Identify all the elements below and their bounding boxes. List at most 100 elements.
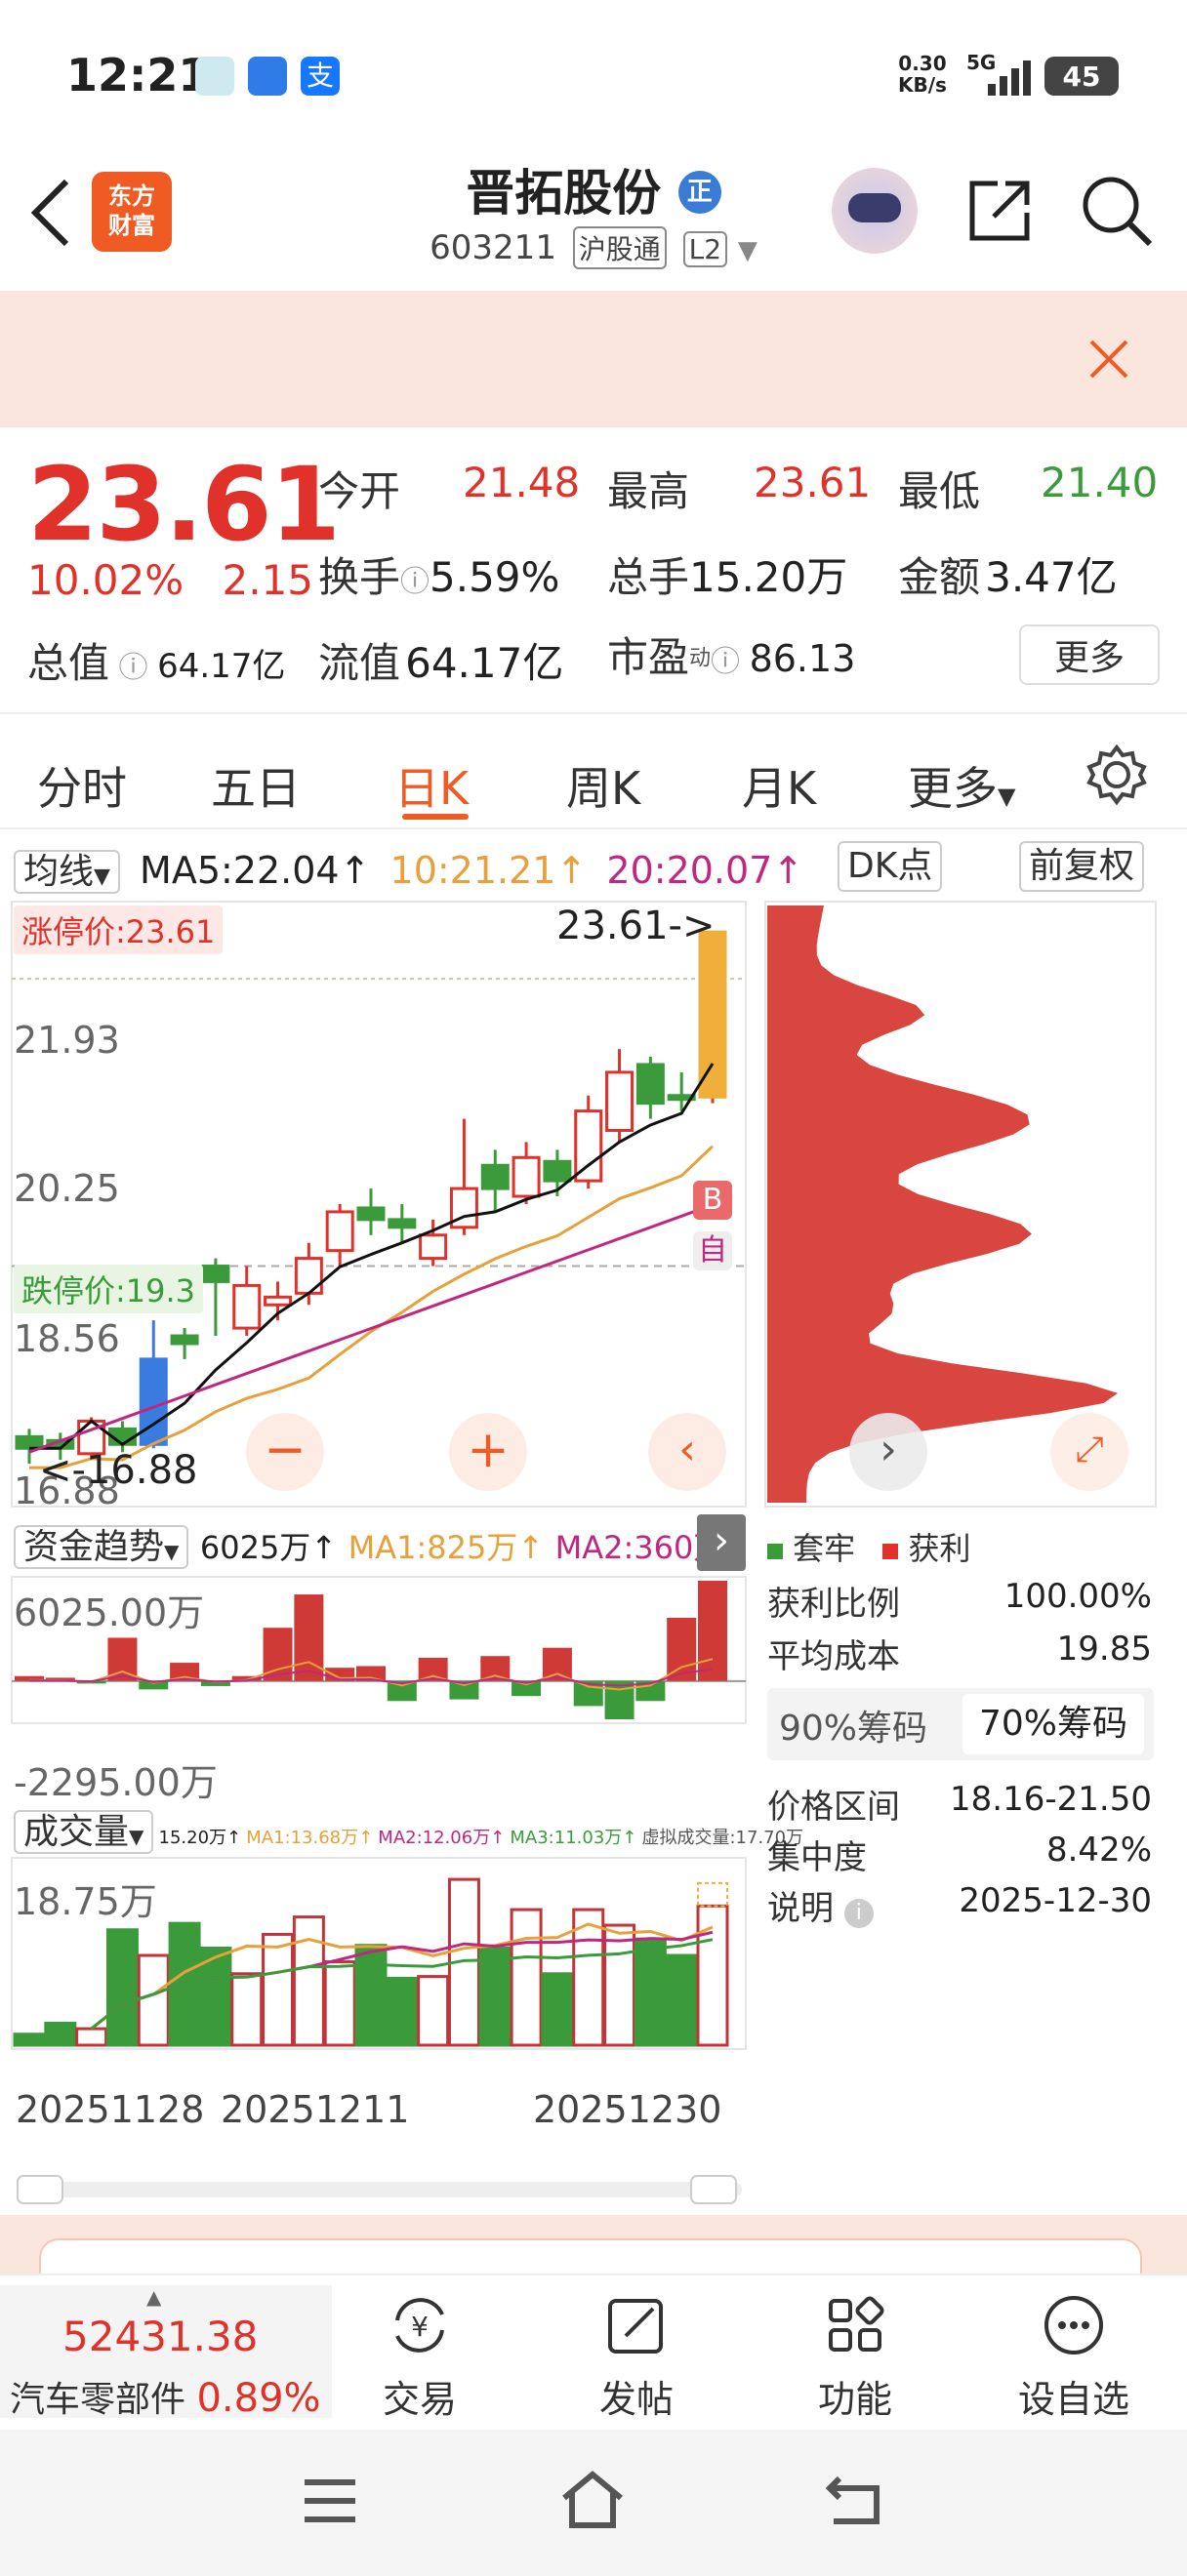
fund-bar: [542, 1647, 572, 1681]
volume-selector[interactable]: 成交量▼: [14, 1810, 154, 1854]
stock-code: 603211: [430, 228, 556, 267]
tab-monthly-k[interactable]: 月K: [742, 753, 816, 818]
next-card-peek: [0, 2215, 1187, 2277]
info-icon: i: [843, 1899, 874, 1928]
axis-label-1: 21.93: [14, 1019, 120, 1062]
note-value: 2025-12-30: [959, 1881, 1152, 1920]
index-widget[interactable]: ▲ 52431.38 汽车零部件 0.89%: [0, 2285, 332, 2421]
scroll-track[interactable]: [20, 2182, 742, 2197]
fund-bar: [604, 1680, 634, 1719]
volume-bar: [696, 1904, 729, 2047]
dropdown-icon[interactable]: ▼: [738, 236, 757, 265]
volume-max-label: 18.75万: [14, 1880, 157, 1923]
settings-gear-icon[interactable]: [1085, 744, 1148, 806]
svg-text:¥: ¥: [411, 2311, 429, 2343]
back-nav-icon[interactable]: [826, 2473, 884, 2527]
profit-ratio-label: 获利比例: [767, 1585, 900, 1624]
tab-daily-k[interactable]: 日K: [394, 753, 469, 818]
chip-tab-70[interactable]: 70%筹码: [962, 1694, 1144, 1754]
scroll-handle-right[interactable]: [690, 2175, 737, 2204]
auto-badge[interactable]: 自: [693, 1231, 732, 1270]
trade-button[interactable]: ¥ 交易: [332, 2293, 508, 2423]
candle-body: [232, 1283, 262, 1330]
expand-icon[interactable]: ⤢: [1050, 1413, 1128, 1491]
robot-avatar-icon[interactable]: [832, 168, 918, 254]
trade-icon: ¥: [395, 2298, 444, 2353]
candle-body: [512, 1155, 541, 1198]
volume-bar: [510, 1908, 543, 2047]
profit-ratio-value: 100.00%: [1003, 1577, 1152, 1616]
adjust-button[interactable]: 前复权: [1019, 841, 1145, 892]
range-value: 18.16-21.50: [950, 1780, 1152, 1819]
zoom-in-button[interactable]: +: [449, 1413, 527, 1491]
battery-icon: 45: [1044, 57, 1119, 96]
ma-selector[interactable]: 均线▼: [14, 850, 120, 894]
menu-icon[interactable]: [303, 2476, 357, 2525]
period-tabs: 分时 五日 日K 周K 月K 更多▼: [0, 712, 1187, 829]
chevron-left-icon[interactable]: ‹: [648, 1413, 726, 1491]
fund-flow-selector[interactable]: 资金趋势▼: [14, 1525, 189, 1569]
tab-five-day[interactable]: 五日: [211, 753, 301, 818]
more-stats-button[interactable]: 更多: [1019, 624, 1160, 685]
fund-flow-ma1: MA1:825万↑: [348, 1529, 545, 1566]
post-button[interactable]: 发帖: [549, 2293, 724, 2423]
function-button[interactable]: 功能: [767, 2293, 943, 2423]
chip-legend: 套牢 获利: [767, 1524, 971, 1569]
concentration-label: 集中度: [767, 1838, 867, 1877]
bottom-toolbar: ▲ 52431.38 汽车零部件 0.89% ¥ 交易 发帖 功能 设自选: [0, 2274, 1187, 2430]
browser-icon: [248, 57, 287, 96]
volume-bar: [386, 1976, 419, 2047]
volume-bar: [323, 1960, 356, 2047]
candle-body: [170, 1334, 199, 1346]
volume-bar: [75, 2027, 108, 2047]
tab-more[interactable]: 更多▼: [908, 753, 1015, 818]
volume-bar: [137, 1953, 170, 2047]
dk-point-button[interactable]: DK点: [838, 841, 943, 892]
signal-icon: [988, 60, 1031, 96]
chevron-right-icon[interactable]: ›: [849, 1413, 927, 1491]
candle-body: [15, 1434, 44, 1450]
buy-badge[interactable]: B: [693, 1181, 732, 1220]
axis-label-3: 18.56: [14, 1317, 120, 1360]
ma5-value: MA5:22.04↑: [140, 849, 371, 892]
share-icon[interactable]: [964, 176, 1035, 246]
notice-banner[interactable]: [0, 291, 1187, 427]
volume-bar: [105, 1928, 139, 2047]
zoom-out-button[interactable]: −: [246, 1413, 324, 1491]
change-pct: 10.02%: [27, 556, 184, 604]
search-icon[interactable]: [1078, 172, 1156, 250]
candle-body: [325, 1210, 354, 1253]
net-speed: 0.30 KB/s: [898, 52, 947, 97]
scroll-handle-left[interactable]: [17, 2175, 63, 2204]
tab-intraday[interactable]: 分时: [37, 753, 127, 818]
candle-body: [698, 930, 727, 1099]
chip-tab-90[interactable]: 90%筹码: [779, 1700, 927, 1751]
pe-stat: 市盈动ⓘ 86.13: [607, 633, 856, 681]
limit-down-label: 跌停价:19.3: [14, 1265, 204, 1313]
fund-bar: [698, 1581, 727, 1681]
candle-body: [388, 1218, 417, 1229]
volume-bar: [541, 1972, 574, 2047]
tab-weekly-k[interactable]: 周K: [566, 753, 640, 818]
badge-icon: 正: [677, 171, 721, 214]
active-tab-indicator: [402, 814, 469, 820]
candle-body: [543, 1159, 572, 1183]
collapse-arrow-icon[interactable]: ›: [697, 1514, 746, 1571]
concentration-value: 8.42%: [1045, 1831, 1152, 1870]
home-icon[interactable]: [560, 2469, 625, 2529]
date-label-1: 20251128: [16, 2088, 205, 2131]
volume-bar: [354, 1944, 388, 2047]
connect-tag: 沪股通: [572, 226, 667, 269]
volume-bar: [230, 1972, 264, 2047]
sector-row: 汽车零部件 0.89%: [10, 2376, 321, 2421]
candle-body: [574, 1109, 603, 1183]
low-marker: <-16.88: [39, 1448, 198, 1493]
add-watchlist-button[interactable]: 设自选: [986, 2293, 1162, 2423]
amount-stat: 金额 3.47亿: [898, 553, 1118, 601]
ma-indicator-row: 均线▼ MA5:22.04↑ 10:21.21↑ 20:20.07↑: [14, 843, 803, 894]
kline-panel: [11, 901, 747, 1508]
date-label-3: 20251230: [533, 2088, 722, 2131]
volume-bar: [478, 1947, 512, 2047]
candle-body: [635, 1063, 665, 1106]
close-icon[interactable]: [1087, 338, 1130, 381]
